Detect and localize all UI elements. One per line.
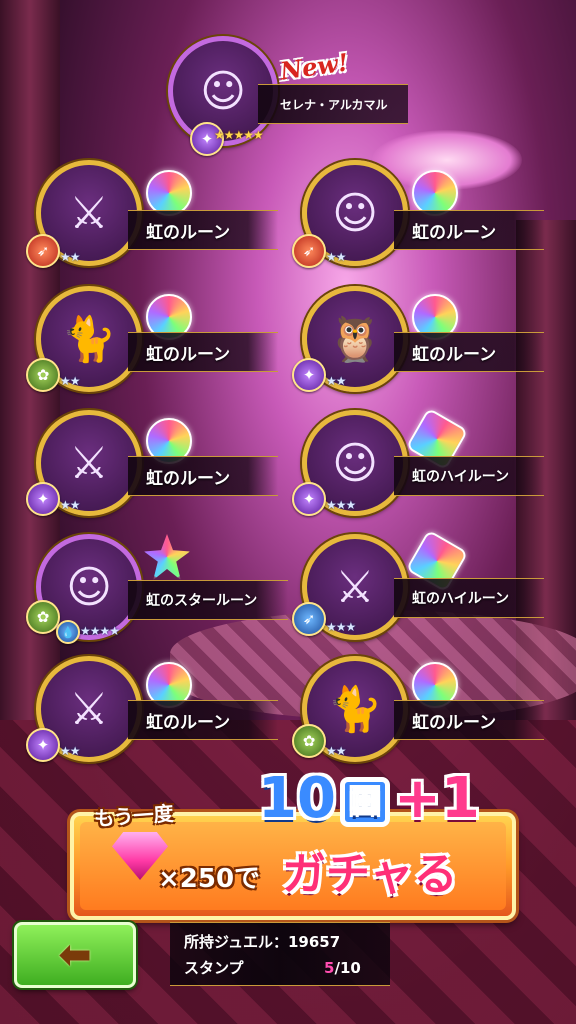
character-portrait-icon: ⚔: [69, 187, 109, 239]
character-portrait-icon: ☺: [200, 65, 246, 117]
result-label: 虹のルーン: [394, 700, 544, 740]
result-label: 虹のルーン: [128, 210, 278, 250]
element-purple-icon: ✦: [292, 482, 326, 516]
stamp-label: スタンプ: [184, 959, 244, 977]
water-drop-icon: 💧: [56, 620, 80, 644]
jewel-label: 所持ジュエル：: [184, 933, 288, 951]
element-purple-icon: ✦: [26, 482, 60, 516]
pull-bonus: +1: [393, 766, 480, 831]
pull-unit: 回: [339, 776, 390, 827]
arrow-left-icon: ⬅: [58, 932, 92, 978]
stamp-row: スタンプ 5/10: [184, 957, 361, 978]
character-portrait-icon: ☺: [332, 437, 378, 489]
result-stars: ★★: [60, 374, 80, 388]
element-green-icon: ✿: [292, 724, 326, 758]
character-portrait-icon: ⚔: [335, 561, 375, 613]
result-stars: ★★: [60, 744, 80, 758]
ten-pull-label: 10 回 +1: [258, 766, 480, 831]
featured-name: セレナ・アルカマル: [258, 84, 408, 124]
result-stars: ★★: [60, 498, 80, 512]
stamp-total: /10: [334, 959, 361, 977]
element-purple-icon: ✦: [292, 358, 326, 392]
pull-cost: ×250で: [158, 864, 261, 894]
character-portrait-icon: 🦉: [327, 314, 383, 365]
result-label: 虹のルーン: [128, 700, 278, 740]
result-label: 虹のハイルーン: [394, 456, 544, 496]
result-label: 虹のスタールーン: [128, 580, 288, 620]
element-purple-icon: ✦: [26, 728, 60, 762]
back-button[interactable]: ⬅: [14, 922, 136, 988]
element-fire-icon: ➶: [26, 234, 60, 268]
character-portrait-icon: 🐈: [327, 684, 383, 735]
pull-count: 10: [258, 766, 336, 831]
stamp-current: 5: [324, 959, 335, 977]
gacha-action-label: ガチャる: [282, 849, 458, 900]
element-green-icon: ✿: [26, 358, 60, 392]
result-stars: ★★★★: [80, 624, 120, 638]
character-portrait-icon: ☺: [332, 187, 378, 239]
status-panel: 所持ジュエル：19657 スタンプ 5/10: [170, 922, 390, 986]
result-label: 虹のルーン: [128, 332, 278, 372]
result-stars: ★★: [326, 374, 346, 388]
result-stars: ★★: [60, 250, 80, 264]
result-label: 虹のルーン: [394, 332, 544, 372]
element-fire-icon: ➶: [292, 234, 326, 268]
jewel-value: 19657: [287, 933, 341, 951]
character-portrait-icon: ⚔: [69, 437, 109, 489]
result-stars: ★★: [326, 250, 346, 264]
result-stars: ★★: [326, 744, 346, 758]
element-blue-icon: ➶: [292, 602, 326, 636]
jewel-row: 所持ジュエル：19657: [184, 931, 340, 952]
character-portrait-icon: 🐈: [61, 314, 117, 365]
again-label: もう一度: [93, 801, 175, 831]
result-label: 虹のハイルーン: [394, 578, 544, 618]
result-stars: ★★★: [326, 620, 356, 634]
element-green-icon: ✿: [26, 600, 60, 634]
result-label: 虹のルーン: [128, 456, 278, 496]
character-portrait-icon: ☺: [66, 561, 112, 613]
result-label: 虹のルーン: [394, 210, 544, 250]
result-stars: ★★★: [326, 498, 356, 512]
featured-stars: ★★★★★: [214, 128, 264, 142]
character-portrait-icon: ⚔: [69, 683, 109, 735]
